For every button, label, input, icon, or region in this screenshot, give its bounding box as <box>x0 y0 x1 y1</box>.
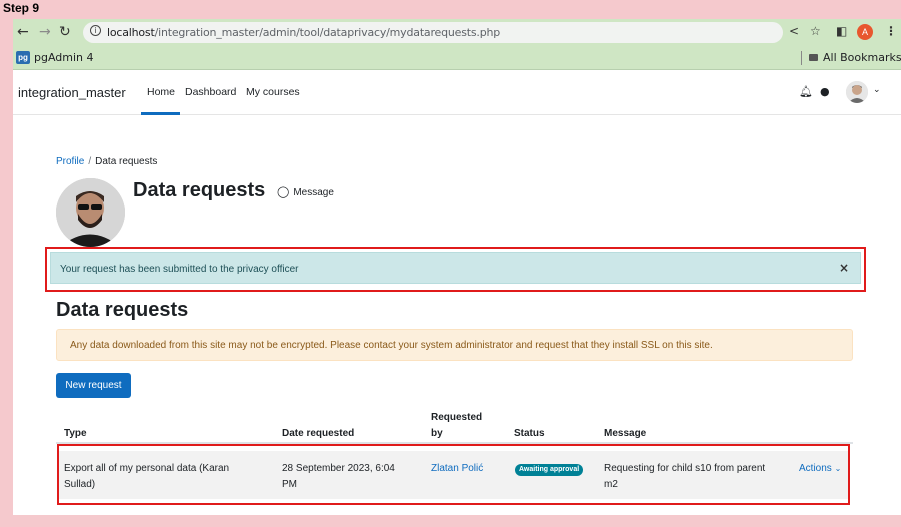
profile-avatar-icon[interactable]: A <box>857 24 873 40</box>
step-label: Step 9 <box>3 1 40 15</box>
th-message: Message <box>604 428 647 439</box>
user-avatar-image <box>846 81 868 103</box>
folder-icon <box>809 54 818 61</box>
user-avatar[interactable] <box>846 81 868 103</box>
pgadmin-icon: pg <box>16 51 30 64</box>
cell-date-line2: PM <box>282 479 297 490</box>
cell-requested-by-link[interactable]: Zlatan Polić <box>431 461 483 477</box>
actions-menu[interactable]: Actions ⌄ <box>799 463 841 474</box>
status-badge: Awaiting approval <box>515 464 584 476</box>
profile-avatar <box>56 178 125 247</box>
ssl-warning: Any data downloaded from this site may n… <box>56 329 853 361</box>
browser-window: ← → ↻ i localhost/integration_master/adm… <box>13 19 901 515</box>
message-icon: ◯ <box>277 185 290 198</box>
url-host: localhost <box>107 26 155 39</box>
breadcrumb-profile[interactable]: Profile <box>56 156 84 167</box>
chat-icon[interactable]: ● <box>820 85 830 98</box>
cell-date: 28 September 2023, 6:04 PM <box>282 461 395 493</box>
th-requested-by-line2: by <box>431 428 443 439</box>
page-title: Data requests <box>133 179 266 201</box>
browser-toolbar: ← → ↻ i localhost/integration_master/adm… <box>13 19 901 46</box>
share-icon[interactable]: < <box>789 24 799 38</box>
address-bar[interactable]: i localhost/integration_master/admin/too… <box>83 22 783 43</box>
breadcrumb-separator: / <box>88 156 92 167</box>
cell-type: Export all of my personal data (Karan Sul… <box>64 461 229 493</box>
ssl-warning-text: Any data downloaded from this site may n… <box>70 340 713 351</box>
back-icon[interactable]: ← <box>17 24 29 40</box>
bookmarks-divider <box>801 51 802 65</box>
th-requested-by-line1: Requested <box>431 412 483 423</box>
breadcrumb-current: Data requests <box>95 156 158 167</box>
nav-my-courses[interactable]: My courses <box>246 86 300 98</box>
cell-message-line1: Requesting for child s10 from parent <box>604 463 766 474</box>
url-path: /integration_master/admin/tool/datapriva… <box>154 26 501 39</box>
site-info-icon[interactable]: i <box>90 25 101 36</box>
message-link[interactable]: ◯ Message <box>277 185 334 198</box>
nav-dashboard[interactable]: Dashboard <box>185 86 236 98</box>
cell-type-line1: Export all of my personal data (Karan <box>64 463 230 474</box>
reload-icon[interactable]: ↻ <box>59 24 71 40</box>
success-alert: Your request has been submitted to the p… <box>50 252 861 284</box>
bookmarks-bar: pg pgAdmin 4 All Bookmarks <box>13 46 901 70</box>
alert-text: Your request has been submitted to the p… <box>60 264 299 275</box>
url-text: localhost/integration_master/admin/tool/… <box>107 26 500 39</box>
bookmark-pgadmin[interactable]: pgAdmin 4 <box>34 51 94 64</box>
menu-kebab-icon[interactable]: ⋮ <box>885 24 897 38</box>
site-navbar: integration_master Home Dashboard My cou… <box>13 71 901 115</box>
nav-active-indicator <box>141 112 180 115</box>
th-requested-by: Requested by <box>431 410 482 442</box>
profile-photo <box>56 178 125 247</box>
star-icon[interactable]: ☆ <box>810 24 821 38</box>
new-request-button[interactable]: New request <box>56 373 131 398</box>
section-title: Data requests <box>56 299 189 321</box>
cell-date-line1: 28 September 2023, 6:04 <box>282 463 395 474</box>
chevron-down-icon: ⌄ <box>834 464 842 473</box>
cell-type-line2: Sullad) <box>64 479 96 490</box>
th-date: Date requested <box>282 428 355 439</box>
chevron-down-icon[interactable]: ⌄ <box>873 85 881 95</box>
site-brand[interactable]: integration_master <box>18 85 126 100</box>
th-status: Status <box>514 428 545 439</box>
close-icon[interactable]: × <box>839 261 849 275</box>
th-type: Type <box>64 428 87 439</box>
breadcrumb: Profile / Data requests <box>56 156 157 167</box>
side-panel-icon[interactable]: ◧ <box>836 24 847 38</box>
bell-icon[interactable]: 🔔︎ <box>799 85 813 98</box>
message-link-label: Message <box>293 187 334 198</box>
all-bookmarks[interactable]: All Bookmarks <box>823 51 901 64</box>
cell-message: Requesting for child s10 from parent m2 <box>604 461 765 493</box>
forward-icon[interactable]: → <box>39 24 51 40</box>
actions-label: Actions <box>799 463 832 474</box>
cell-message-line2: m2 <box>604 479 618 490</box>
nav-home[interactable]: Home <box>147 86 175 98</box>
